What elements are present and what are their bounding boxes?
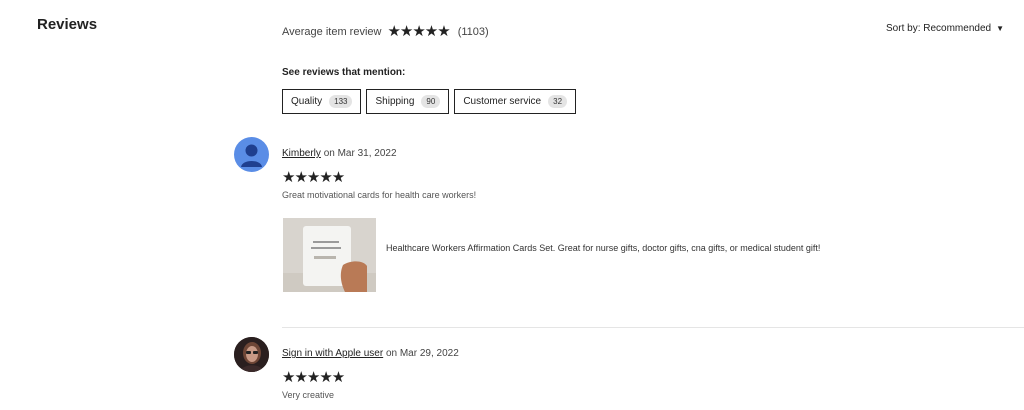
chip-label: Quality (291, 96, 323, 107)
item-description: Healthcare Workers Affirmation Cards Set… (386, 243, 821, 253)
review-text: Great motivational cards for health care… (282, 190, 477, 200)
chip-quality[interactable]: Quality 133 (282, 89, 362, 114)
chip-shipping[interactable]: Shipping 90 (366, 89, 450, 114)
reviewer-avatar (234, 137, 269, 172)
review-count: (1103) (457, 26, 489, 38)
reviewer-name-link[interactable]: Sign in with Apple user (282, 348, 383, 359)
review-rating-stars: ★★★★★ (282, 369, 345, 386)
chip-count: 32 (548, 95, 568, 108)
chip-customer-service[interactable]: Customer service 32 (454, 89, 577, 114)
review-rating-stars: ★★★★★ (282, 169, 345, 186)
average-rating-stars: ★★★★★ (387, 23, 450, 40)
reviewer-line: Sign in with Apple user on Mar 29, 2022 (282, 348, 459, 359)
reviewer-avatar (234, 337, 269, 372)
mentions-label: See reviews that mention: (282, 67, 406, 78)
mention-chips: Quality 133 Shipping 90 Customer service… (282, 89, 577, 114)
average-review-label: Average item review (282, 26, 382, 38)
item-thumbnail[interactable] (283, 218, 376, 292)
reviewer-name-link[interactable]: Kimberly (282, 148, 321, 159)
reviewer-line: Kimberly on Mar 31, 2022 (282, 148, 397, 159)
chip-label: Shipping (375, 96, 415, 107)
chip-count: 133 (329, 95, 353, 108)
review-divider (282, 327, 1024, 328)
chip-count: 90 (421, 95, 441, 108)
default-user-icon (241, 144, 262, 167)
affirmation-cards-image (283, 218, 376, 292)
sort-label: Sort by: Recommended (886, 23, 992, 34)
reviews-heading: Reviews (37, 16, 98, 33)
sort-dropdown[interactable]: Sort by: Recommended ▼ (886, 23, 1004, 34)
chip-label: Customer service (463, 96, 542, 107)
review-date: on Mar 29, 2022 (385, 348, 459, 359)
average-review-row: Average item review ★★★★★ (1103) (282, 24, 489, 40)
caret-down-icon: ▼ (996, 24, 1004, 33)
review-text: Very creative (282, 390, 335, 400)
review-date: on Mar 31, 2022 (323, 148, 397, 159)
user-photo (234, 337, 269, 372)
